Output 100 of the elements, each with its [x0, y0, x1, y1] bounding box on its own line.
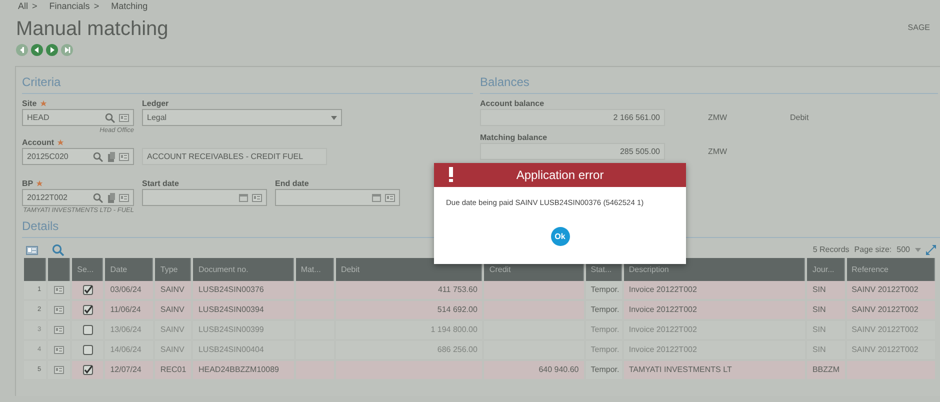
field-label: Matching balance: [480, 132, 548, 143]
document-icon[interactable]: [107, 192, 115, 202]
description-cell: TAMYATI INVESTMENTS LT: [624, 361, 806, 381]
journal-cell: SIN: [807, 281, 845, 301]
document-icon[interactable]: [107, 152, 115, 162]
type-cell: SAINV: [155, 281, 192, 301]
card-icon[interactable]: [54, 286, 64, 294]
card-icon[interactable]: [54, 366, 64, 374]
checkbox[interactable]: [82, 324, 93, 335]
type-cell: SAINV: [155, 341, 192, 361]
next-record-icon[interactable]: [46, 44, 58, 56]
input-field[interactable]: HEAD: [22, 109, 134, 126]
description-cell: Invoice 20122T002: [624, 321, 806, 341]
type-cell: REC01: [155, 361, 192, 381]
input-field[interactable]: 20122T002: [22, 189, 134, 206]
date-cell: 11/06/24: [105, 301, 154, 321]
dropdown-field[interactable]: Legal: [142, 109, 342, 126]
card-icon[interactable]: [119, 114, 129, 122]
column-header[interactable]: Document no.: [193, 258, 294, 281]
date-cell: 12/07/24: [105, 361, 154, 381]
document-number-cell: HEAD24BBZZM10089: [193, 361, 294, 381]
field-label: Account balance: [480, 98, 544, 109]
amount-field: 2 166 561.00: [480, 109, 665, 126]
card-icon[interactable]: [119, 194, 129, 202]
account-description-field: ACCOUNT RECEIVABLES - CREDIT FUEL: [142, 148, 327, 165]
breadcrumb-link[interactable]: Matching: [111, 0, 148, 14]
amount-cell: 411 753.60: [336, 281, 482, 301]
card-icon[interactable]: [54, 326, 64, 334]
status-cell: Tempor.: [586, 281, 622, 301]
column-header[interactable]: Description: [624, 258, 806, 281]
search-icon[interactable]: [105, 112, 115, 122]
column-header[interactable]: Date: [105, 258, 154, 281]
status-cell: Tempor.: [586, 341, 622, 361]
card-icon[interactable]: [54, 306, 64, 314]
page-title: Manual matching: [16, 18, 168, 40]
date-cell: 03/06/24: [105, 281, 154, 301]
field-label: Ledger: [142, 98, 169, 109]
search-icon[interactable]: [93, 152, 103, 162]
column-header[interactable]: Jour...: [807, 258, 845, 281]
date-cell: 14/06/24: [105, 341, 154, 361]
document-number-cell: LUSB24SIN00394: [193, 301, 294, 321]
checkbox[interactable]: [82, 344, 93, 355]
card-icon[interactable]: [54, 346, 64, 354]
dropdown-caret-icon[interactable]: [915, 248, 921, 252]
type-cell: SAINV: [155, 301, 192, 321]
calendar-icon[interactable]: [239, 193, 248, 202]
status-cell: Tempor.: [586, 301, 622, 321]
calendar-icon[interactable]: [372, 193, 381, 202]
status-cell: Tempor.: [586, 321, 622, 341]
field-label: BP: [22, 178, 34, 189]
checkbox-checked[interactable]: [82, 284, 93, 295]
column-header[interactable]: Mat...: [296, 258, 334, 281]
expand-icon[interactable]: [926, 245, 936, 255]
amount-field: 285 505.00: [480, 143, 665, 160]
column-header[interactable]: Type: [155, 258, 192, 281]
column-header[interactable]: Se...: [72, 258, 104, 281]
document-number-cell: LUSB24SIN00376: [193, 281, 294, 301]
journal-cell: SIN: [807, 321, 845, 341]
reference-cell: SAINV 20122T002: [846, 321, 935, 341]
breadcrumb-separator: >: [32, 0, 38, 14]
amount-cell: 514 692.00: [336, 301, 482, 321]
section-title: Balances: [480, 73, 938, 94]
description-cell: Invoice 20122T002: [624, 281, 806, 301]
checkbox-checked[interactable]: [82, 304, 93, 315]
reference-cell: SAINV 20122T002: [846, 341, 935, 361]
field-label: Account: [22, 137, 54, 148]
column-header[interactable]: Reference: [846, 258, 935, 281]
ok-button[interactable]: Ok: [550, 227, 570, 246]
card-icon[interactable]: [26, 246, 38, 254]
journal-cell: SIN: [807, 301, 845, 321]
breadcrumb-link[interactable]: Financials: [49, 0, 90, 14]
card-icon[interactable]: [252, 194, 262, 202]
breadcrumb-separator: >: [94, 0, 100, 14]
record-count: 5 Records: [812, 244, 850, 256]
page-size-select[interactable]: 500: [896, 244, 910, 256]
previous-record-icon[interactable]: [31, 44, 43, 56]
field-label: Start date: [142, 178, 179, 189]
search-icon[interactable]: [93, 192, 103, 202]
date-field[interactable]: [275, 189, 400, 206]
card-icon[interactable]: [119, 152, 129, 160]
input-field[interactable]: 20125C020: [22, 148, 134, 165]
search-icon[interactable]: [52, 244, 64, 256]
journal-cell: BBZZM: [807, 361, 845, 381]
document-number-cell: LUSB24SIN00399: [193, 321, 294, 341]
field-label: End date: [275, 178, 309, 189]
date-field[interactable]: [142, 189, 267, 206]
warning-icon: [449, 167, 453, 182]
section-title: Criteria: [22, 73, 473, 94]
dialog-title: Application error: [516, 167, 604, 184]
dropdown-caret-icon[interactable]: [331, 116, 337, 120]
page-size-label: Page size:: [854, 244, 892, 256]
amount-cell: 686 256.00: [336, 341, 482, 361]
reference-cell: SAINV 20122T002: [846, 301, 935, 321]
description-cell: Invoice 20122T002: [624, 301, 806, 321]
breadcrumb-link[interactable]: All: [18, 0, 28, 14]
card-icon[interactable]: [385, 194, 395, 202]
currency-label: ZMW: [708, 146, 728, 158]
column-header[interactable]: Debit: [336, 258, 482, 281]
checkbox-checked[interactable]: [82, 364, 93, 375]
company-name: SAGE: [908, 22, 930, 34]
